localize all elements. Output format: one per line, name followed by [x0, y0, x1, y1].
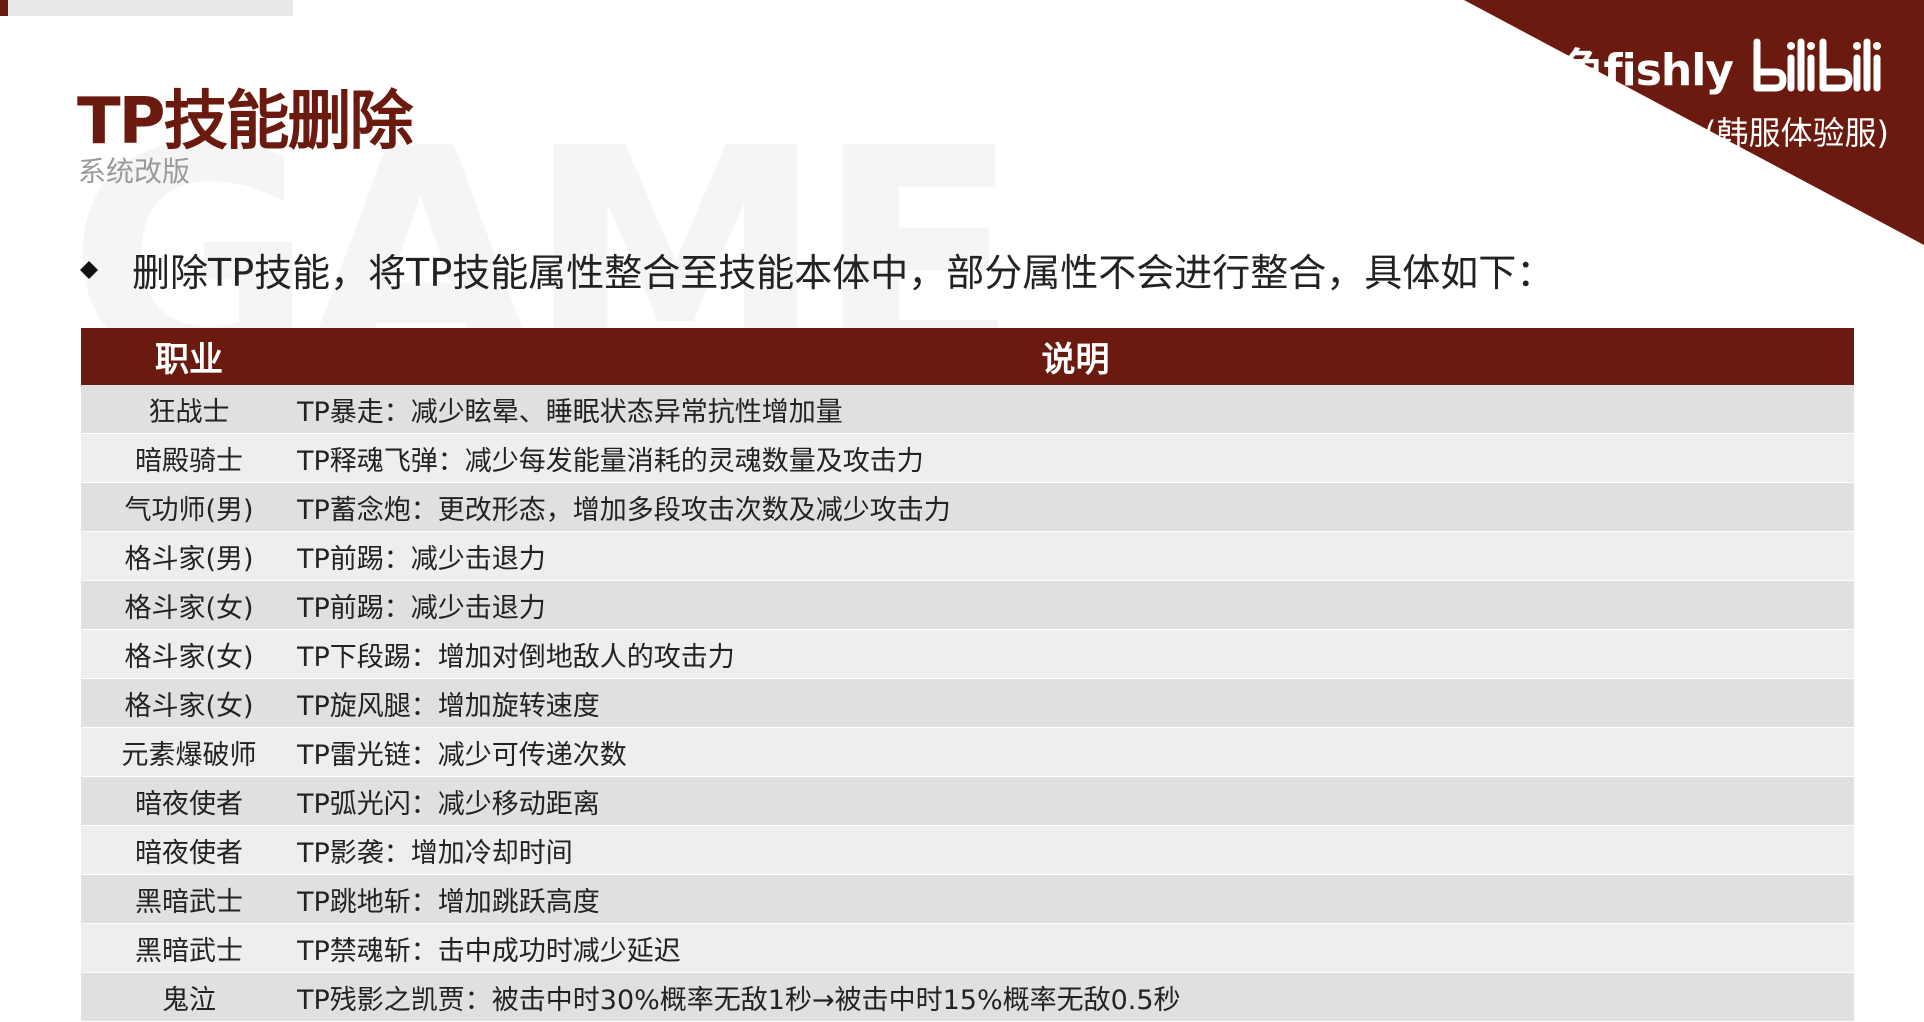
description-cell: TP前踢：减少击退力: [297, 580, 1854, 630]
job-cell: 元素爆破师: [81, 727, 297, 777]
job-cell: 暗夜使者: [81, 776, 297, 826]
description-cell: TP残影之凯贾：被击中时30%概率无敌1秒→被击中时15%概率无敌0.5秒: [297, 972, 1854, 1022]
page-subtitle: 系统改版: [78, 155, 191, 188]
job-cell: 黑暗武士: [81, 923, 297, 973]
table-row: 格斗家(女) TP旋风腿：增加旋转速度: [81, 678, 1854, 728]
description-cell: TP前踢：减少击退力: [297, 531, 1854, 581]
table-row: 暗夜使者 TP影袭：增加冷却时间: [81, 825, 1854, 875]
description-cell: TP雷光链：减少可传递次数: [297, 727, 1854, 777]
skill-change-table: 职业 说明 狂战士 TP暴走：减少眩晕、睡眠状态异常抗性增加量 暗殿骑士 TP释…: [81, 328, 1854, 1022]
job-cell: 鬼泣: [81, 972, 297, 1022]
description-cell: TP影袭：增加冷却时间: [297, 825, 1854, 875]
diamond-bullet-icon: [80, 260, 98, 279]
description-cell: TP下段踢：增加对倒地敌人的攻击力: [297, 629, 1854, 679]
description-cell: TP蓄念炮：更改形态，增加多段攻击次数及减少攻击力: [297, 482, 1854, 532]
job-cell: 暗夜使者: [81, 825, 297, 875]
table-row: 格斗家(男) TP前踢：减少击退力: [81, 531, 1854, 581]
table-row: 格斗家(女) TP前踢：减少击退力: [81, 580, 1854, 630]
description-cell: TP旋风腿：增加旋转速度: [297, 678, 1854, 728]
top-left-bar: [0, 0, 293, 16]
table-row: 黑暗武士 TP禁魂斩：击中成功时减少延迟: [81, 923, 1854, 973]
table-row: 暗夜使者 TP弧光闪：减少移动距离: [81, 776, 1854, 826]
intro-text: 删除TP技能，将TP技能属性整合至技能本体中，部分属性不会进行整合，具体如下：: [132, 251, 1555, 295]
brand-row: 八爪鱼fishly: [1474, 34, 1889, 98]
table-row: 元素爆破师 TP雷光链：减少可传递次数: [81, 727, 1854, 777]
job-cell: 格斗家(女): [81, 629, 297, 679]
table-row: 黑暗武士 TP跳地斩：增加跳跃高度: [81, 874, 1854, 924]
intro-bullet: 删除TP技能，将TP技能属性整合至技能本体中，部分属性不会进行整合，具体如下：: [80, 242, 1554, 297]
brand-name: 八爪鱼fishly: [1474, 45, 1734, 96]
table-row: 格斗家(女) TP下段踢：增加对倒地敌人的攻击力: [81, 629, 1854, 679]
description-cell: TP暴走：减少眩晕、睡眠状态异常抗性增加量: [297, 385, 1854, 434]
table-row: 鬼泣 TP残影之凯贾：被击中时30%概率无敌1秒→被击中时15%概率无敌0.5秒: [81, 972, 1854, 1022]
job-cell: 格斗家(女): [81, 580, 297, 630]
job-cell: 格斗家(女): [81, 678, 297, 728]
table-row: 暗殿骑士 TP释魂飞弹：减少每发能量消耗的灵魂数量及攻击力: [81, 433, 1854, 483]
table-header-row: 职业 说明: [81, 328, 1854, 385]
job-cell: 气功师(男): [81, 482, 297, 532]
bilibili-logo-icon: [1753, 38, 1881, 92]
description-cell: TP释魂飞弹：减少每发能量消耗的灵魂数量及攻击力: [297, 433, 1854, 483]
column-header-description: 说明: [297, 328, 1854, 385]
description-cell: TP跳地斩：增加跳跃高度: [297, 874, 1854, 924]
table-row: 狂战士 TP暴走：减少眩晕、睡眠状态异常抗性增加量: [81, 385, 1854, 434]
top-left-accent-mark: [0, 0, 8, 16]
server-label: (韩服体验服): [1704, 114, 1889, 152]
table-row: 气功师(男) TP蓄念炮：更改形态，增加多段攻击次数及减少攻击力: [81, 482, 1854, 532]
page-title: TP技能删除: [77, 85, 414, 159]
description-cell: TP弧光闪：减少移动距离: [297, 776, 1854, 826]
job-cell: 黑暗武士: [81, 874, 297, 924]
job-cell: 格斗家(男): [81, 531, 297, 581]
brand-block: 八爪鱼fishly (韩服体验服): [1459, 34, 1889, 154]
column-header-job: 职业: [81, 328, 297, 385]
description-cell: TP禁魂斩：击中成功时减少延迟: [297, 923, 1854, 973]
job-cell: 暗殿骑士: [81, 433, 297, 483]
job-cell: 狂战士: [81, 385, 297, 434]
